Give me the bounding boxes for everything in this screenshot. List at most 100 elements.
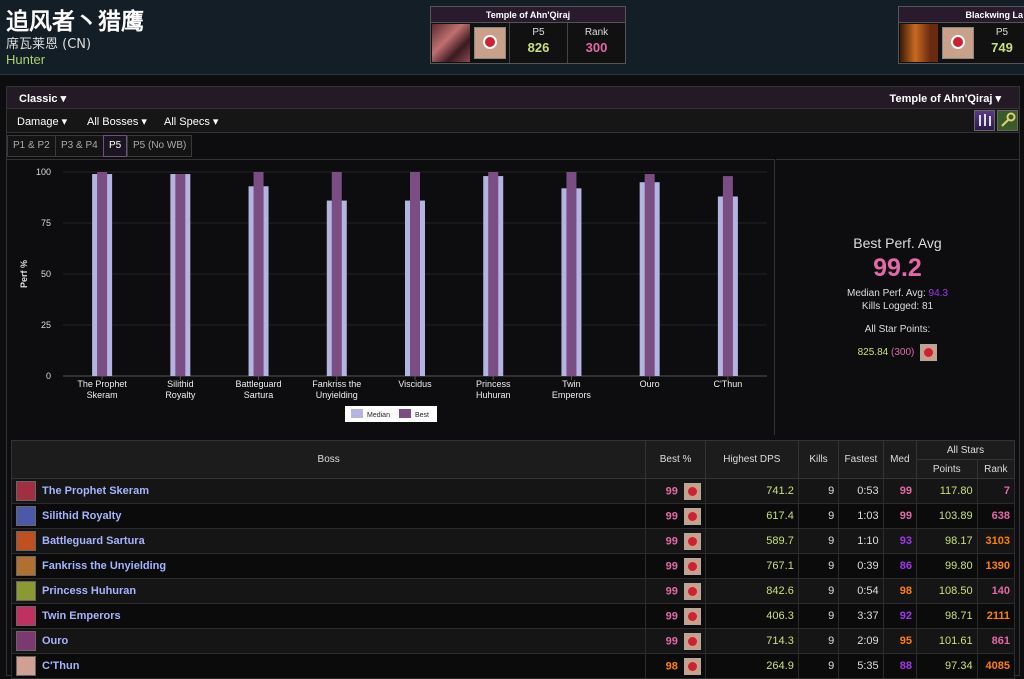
x-tick-label: Viscidus <box>398 379 432 389</box>
med-value: 98 <box>882 578 917 604</box>
table-row[interactable]: C'Thun 98 264.9 9 5:35 88 97.34 4085 <box>10 653 1016 679</box>
filter-bar: Damage ▾ All Bosses ▾ All Specs ▾ <box>7 109 1019 133</box>
col-kills[interactable]: Kills <box>797 440 840 479</box>
mode-bar: Classic ▾ Temple of Ahn'Qiraj ▾ <box>7 87 1019 109</box>
metric-dropdown[interactable]: Damage ▾ <box>17 115 67 128</box>
med-value: 99 <box>882 478 917 504</box>
best-bar <box>566 172 577 376</box>
character-class[interactable]: Hunter <box>6 52 45 67</box>
x-tick-label: Huhuran <box>476 390 511 400</box>
fastest-value: 3:37 <box>838 603 884 629</box>
caret-down-icon: ▾ <box>61 116 68 128</box>
boss-name[interactable]: Fankriss the Unyielding <box>42 560 166 572</box>
boss-cell[interactable]: Silithid Royalty <box>10 503 647 529</box>
tab-p3-p4[interactable]: P3 & P4 <box>55 135 104 157</box>
x-tick-label: Twin <box>562 379 581 389</box>
best-value: 99 <box>665 509 678 522</box>
tab-p1-p2[interactable]: P1 & P2 <box>7 135 56 157</box>
x-tick-label: Ouro <box>640 379 660 389</box>
fastest-value: 0:54 <box>838 578 884 604</box>
zone-card-title: Temple of Ahn'Qiraj <box>431 7 625 23</box>
x-tick-label: Fankriss the <box>312 379 361 389</box>
boss-name[interactable]: Battleguard Sartura <box>42 535 145 547</box>
table-row[interactable]: Silithid Royalty 99 617.4 9 1:03 99 103.89 638 <box>10 503 1016 529</box>
x-tick-label: C'Thun <box>714 379 743 389</box>
boss-cell[interactable]: Twin Emperors <box>10 603 647 629</box>
col-fastest[interactable]: Fastest <box>838 440 884 479</box>
x-tick-label: Princess <box>476 379 511 389</box>
spec-icon <box>683 657 701 675</box>
table-row[interactable]: Battleguard Sartura 99 589.7 9 1:10 93 98.17 31… <box>10 528 1016 554</box>
zone-card-bwl[interactable]: Blackwing La P5 749 <box>898 6 1024 64</box>
zone-card-aq40[interactable]: Temple of Ahn'Qiraj P5 826 Rank 300 <box>430 6 626 64</box>
boss-cell[interactable]: Fankriss the Unyielding <box>10 553 647 579</box>
boss-name[interactable]: Silithid Royalty <box>42 510 121 522</box>
col-dps[interactable]: Highest DPS <box>704 440 799 479</box>
col-med[interactable]: Med <box>882 440 917 479</box>
boss-cell[interactable]: Battleguard Sartura <box>10 528 647 554</box>
boss-cell[interactable]: C'Thun <box>10 653 647 679</box>
col-best[interactable]: Best % <box>645 440 706 479</box>
rank-value: 861 <box>976 628 1016 654</box>
col-boss[interactable]: Boss <box>10 440 647 479</box>
boss-cell[interactable]: Princess Huhuran <box>10 578 647 604</box>
x-tick-label: Sartura <box>244 390 274 400</box>
y-tick-label: 0 <box>46 371 51 381</box>
boss-icon <box>16 581 36 601</box>
med-value: 95 <box>882 628 917 654</box>
kills-value: 9 <box>797 478 840 504</box>
bosses-dropdown[interactable]: All Bosses ▾ <box>87 115 147 128</box>
kills-value: 9 <box>797 553 840 579</box>
table-row[interactable]: Ouro 99 714.3 9 2:09 95 101.61 861 <box>10 628 1016 654</box>
col-points[interactable]: Points <box>915 459 978 479</box>
y-tick-label: 25 <box>41 320 51 330</box>
boss-cell[interactable]: The Prophet Skeram <box>10 478 647 504</box>
table-row[interactable]: Twin Emperors 99 406.3 9 3:37 92 98.71 2111 <box>10 603 1016 629</box>
median-perf-value: 94.3 <box>928 288 948 299</box>
mode-dropdown[interactable]: Classic ▾ <box>19 92 66 105</box>
tab-p5[interactable]: P5 <box>103 135 128 157</box>
y-tick-label: 75 <box>41 218 51 228</box>
boss-name[interactable]: C'Thun <box>42 660 79 672</box>
rank-value: 1390 <box>976 553 1016 579</box>
kills-value: 9 <box>797 603 840 629</box>
med-value: 86 <box>882 553 917 579</box>
dps-value: 617.4 <box>704 503 799 529</box>
best-cell: 99 <box>645 478 706 504</box>
legend-label-best: Best <box>415 412 429 419</box>
spec-icon <box>683 532 701 550</box>
dps-value: 741.2 <box>704 478 799 504</box>
best-bar <box>253 172 264 376</box>
boss-name[interactable]: Princess Huhuran <box>42 585 136 597</box>
boss-icon <box>16 481 36 501</box>
x-tick-label: Emperors <box>552 390 592 400</box>
spec-icon <box>683 482 701 500</box>
best-value: 99 <box>665 534 678 547</box>
table-row[interactable]: Fankriss the Unyielding 99 767.1 9 0:39 86 99.… <box>10 553 1016 579</box>
boss-name[interactable]: Ouro <box>42 635 68 647</box>
rank-value: 4085 <box>976 653 1016 679</box>
summary-panel: Best Perf. Avg 99.2 Median Perf. Avg: 94… <box>776 159 1019 435</box>
boss-name[interactable]: Twin Emperors <box>42 610 121 622</box>
fastest-value: 1:03 <box>838 503 884 529</box>
table-row[interactable]: Princess Huhuran 99 842.6 9 0:54 98 108.50 140 <box>10 578 1016 604</box>
tab-p5-no-wb[interactable]: P5 (No WB) <box>127 135 193 157</box>
boss-name[interactable]: The Prophet Skeram <box>42 485 149 497</box>
x-tick-label: Silithid <box>167 379 194 389</box>
fastest-value: 1:10 <box>838 528 884 554</box>
boss-cell[interactable]: Ouro <box>10 628 647 654</box>
best-cell: 99 <box>645 578 706 604</box>
spec-filter-icon[interactable] <box>974 110 995 131</box>
y-tick-label: 50 <box>41 269 51 279</box>
best-value: 99 <box>665 634 678 647</box>
best-value: 99 <box>665 584 678 597</box>
best-cell: 98 <box>645 653 706 679</box>
character-name: 追风者丶猎鹰 <box>6 9 144 35</box>
allstar-rank: (300) <box>891 347 915 359</box>
col-rank[interactable]: Rank <box>976 459 1016 479</box>
key-icon[interactable] <box>997 110 1018 131</box>
zone-dropdown[interactable]: Temple of Ahn'Qiraj ▾ <box>890 92 1001 105</box>
specs-dropdown[interactable]: All Specs ▾ <box>164 115 218 128</box>
fastest-value: 0:53 <box>838 478 884 504</box>
table-row[interactable]: The Prophet Skeram 99 741.2 9 0:53 99 117.80 7 <box>10 478 1016 504</box>
